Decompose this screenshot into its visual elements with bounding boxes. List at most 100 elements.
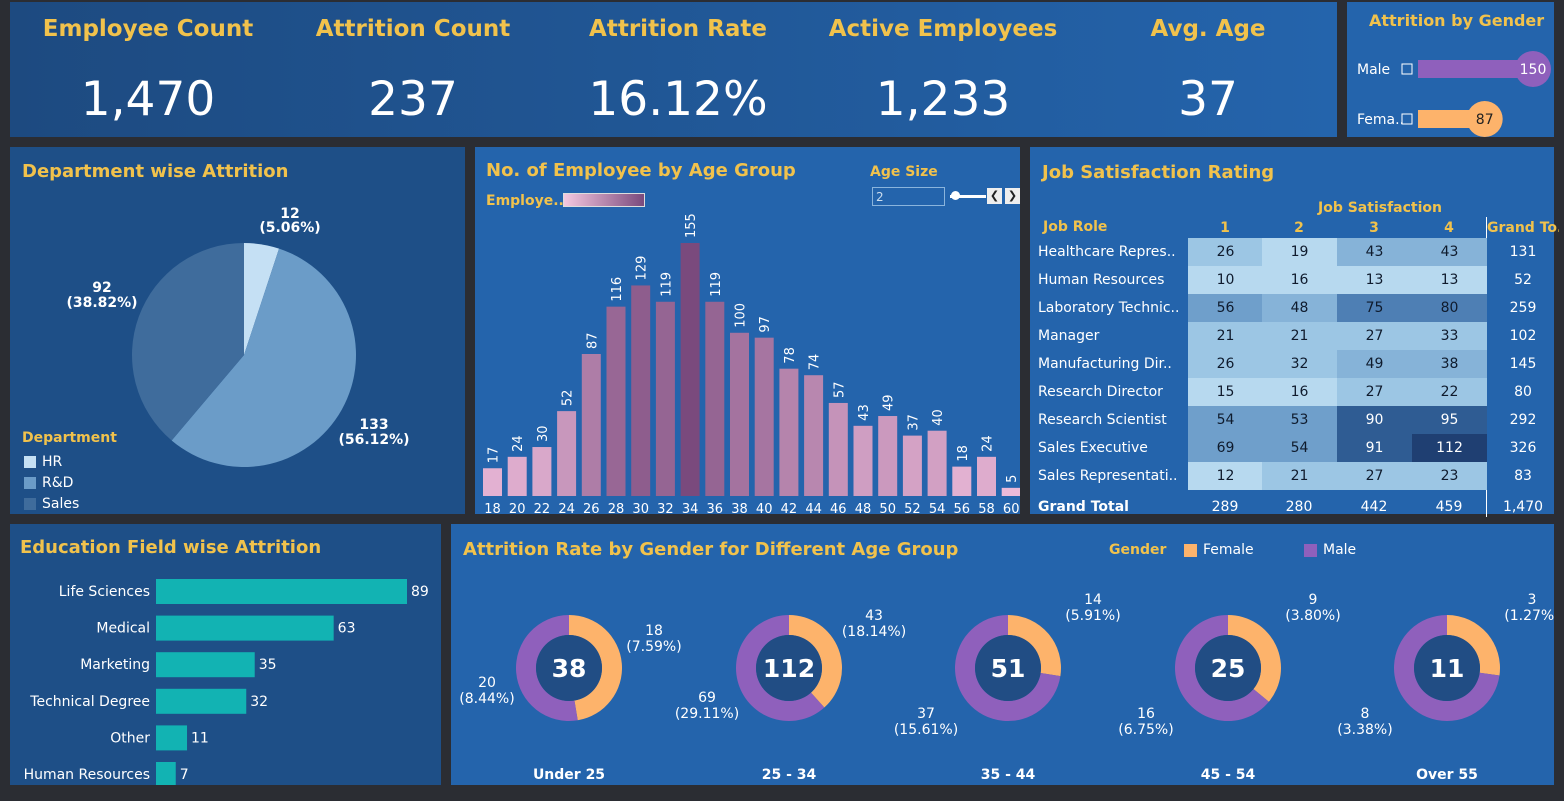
age-bar (977, 456, 996, 496)
row-total: 145 (1509, 356, 1537, 372)
donut-male-percent: (29.11%) (675, 706, 739, 722)
education-bar (156, 615, 334, 641)
gender-category-label: Male (1357, 62, 1390, 78)
age-bar-label: 30 (536, 425, 551, 442)
education-bar-label: 7 (180, 767, 189, 783)
gender-panel: Attrition by Gender Male 150 Fema.. 87 (1347, 2, 1554, 137)
table-cell: 10 (1188, 266, 1263, 294)
legend-item-rnd: R&D (24, 472, 79, 493)
education-bar (156, 652, 255, 678)
department-legend: HR R&D Sales (24, 451, 79, 514)
grand-total-cell: 459 (1435, 499, 1463, 515)
table-cell: 26 (1188, 350, 1263, 378)
table-cell: 21 (1262, 322, 1337, 350)
table-cell: 16 (1262, 266, 1337, 294)
donut-female-percent: (5.91%) (1065, 608, 1120, 624)
table-cell: 26 (1188, 238, 1263, 266)
table-cell: 38 (1412, 350, 1487, 378)
kpi-employee-count-value: 1,470 (80, 72, 216, 127)
grand-total-cell: 280 (1285, 499, 1313, 515)
job-role-label: Sales Representati.. (1038, 468, 1178, 484)
kpi-attrition-count-title: Attrition Count (315, 16, 511, 42)
donut-male-value: 16 (1137, 706, 1155, 722)
table-cell: 56 (1188, 294, 1263, 322)
table-cell: 15 (1188, 378, 1263, 406)
donut-total-label: 38 (552, 654, 587, 683)
age-bar-label: 74 (808, 354, 823, 371)
age-tick-label: 30 (632, 502, 649, 514)
age-bar (902, 435, 922, 496)
row-total: 83 (1514, 468, 1532, 484)
grand-total-label: Grand Total (1038, 499, 1129, 515)
age-tick-label: 50 (879, 502, 896, 514)
age-group-label: 45 - 54 (1201, 767, 1256, 783)
table-cell: 112 (1412, 434, 1487, 462)
age-bar-label: 43 (857, 404, 872, 421)
donut-female-value: 3 (1528, 592, 1537, 608)
age-bar-label: 17 (487, 447, 502, 464)
age-bar-label: 40 (931, 409, 946, 426)
legend-item-hr: HR (24, 451, 79, 472)
table-cell: 75 (1337, 294, 1412, 322)
age-tick-label: 52 (904, 502, 921, 514)
education-category-label: Medical (96, 621, 150, 637)
legend-swatch-rnd (24, 476, 36, 489)
age-bar (853, 425, 873, 496)
age-bar (705, 301, 725, 496)
age-tick-label: 54 (929, 502, 946, 514)
row-total: 80 (1514, 384, 1532, 400)
row-total: 52 (1514, 272, 1532, 288)
legend-swatch-hr (24, 455, 36, 468)
donut-total-label: 11 (1430, 654, 1465, 683)
kpi-panel: Employee Count 1,470 Attrition Count 237… (10, 2, 1337, 137)
table-cell: 48 (1262, 294, 1337, 322)
table-cell: 54 (1262, 434, 1337, 462)
table-cell: 43 (1412, 238, 1487, 266)
grand-total-cell: 289 (1211, 499, 1239, 515)
table-cell: 49 (1337, 350, 1412, 378)
age-bar (754, 337, 774, 496)
table-cell: 91 (1337, 434, 1412, 462)
department-legend-title: Department (22, 430, 117, 446)
age-bar-label: 100 (734, 303, 749, 328)
job-role-label: Healthcare Repres.. (1038, 244, 1176, 260)
age-tick-label: 32 (657, 502, 674, 514)
job-satisfaction-table: 1234Grand To..Healthcare Repres..2619434… (1030, 147, 1559, 517)
job-role-label: Human Resources (1038, 272, 1165, 288)
kpi-active-employees-value: 1,233 (875, 72, 1011, 127)
job-role-label: Sales Executive (1038, 440, 1148, 456)
education-category-label: Other (110, 730, 150, 746)
age-group-label: 35 - 44 (981, 767, 1036, 783)
age-bar-label: 155 (684, 213, 699, 238)
gender-category-label: Fema.. (1357, 112, 1404, 128)
education-bar (156, 688, 247, 714)
table-cell: 80 (1412, 294, 1487, 322)
age-group-label: Under 25 (533, 767, 605, 783)
donut-total-label: 112 (763, 654, 815, 683)
gender-bar-label: 87 (1476, 112, 1494, 128)
age-tick-label: 60 (1003, 502, 1020, 514)
age-tick-label: 58 (978, 502, 995, 514)
donut-female-percent: (1.27%) (1504, 608, 1554, 624)
table-cell: 13 (1412, 266, 1487, 294)
table-cell: 19 (1262, 238, 1337, 266)
legend-swatch-sales (24, 497, 36, 510)
age-tick-label: 42 (781, 502, 798, 514)
age-bar-label: 116 (610, 277, 625, 302)
age-tick-label: 56 (954, 502, 971, 514)
age-bar (804, 375, 824, 496)
kpi-attrition-rate-title: Attrition Rate (589, 16, 767, 42)
age-group-chart: 17 18 24 20 30 22 52 24 87 26 116 28 129 30 119 32 155 34… (483, 213, 1020, 514)
age-bar-label: 119 (659, 272, 674, 297)
job-satisfaction-panel: Job Satisfaction Rating Job Satisfaction… (1030, 147, 1559, 517)
table-cell: 54 (1188, 406, 1263, 434)
donut-female-value: 43 (865, 608, 883, 624)
donut-total-label: 25 (1211, 654, 1246, 683)
age-bar (532, 447, 552, 496)
donut-male-value: 20 (478, 675, 496, 691)
age-bar-label: 129 (635, 256, 650, 281)
donut-male-value: 8 (1361, 706, 1370, 722)
donut-female-percent: (7.59%) (626, 639, 681, 655)
job-role-label: Manufacturing Dir.. (1038, 356, 1172, 372)
age-bar-label: 18 (956, 445, 971, 462)
